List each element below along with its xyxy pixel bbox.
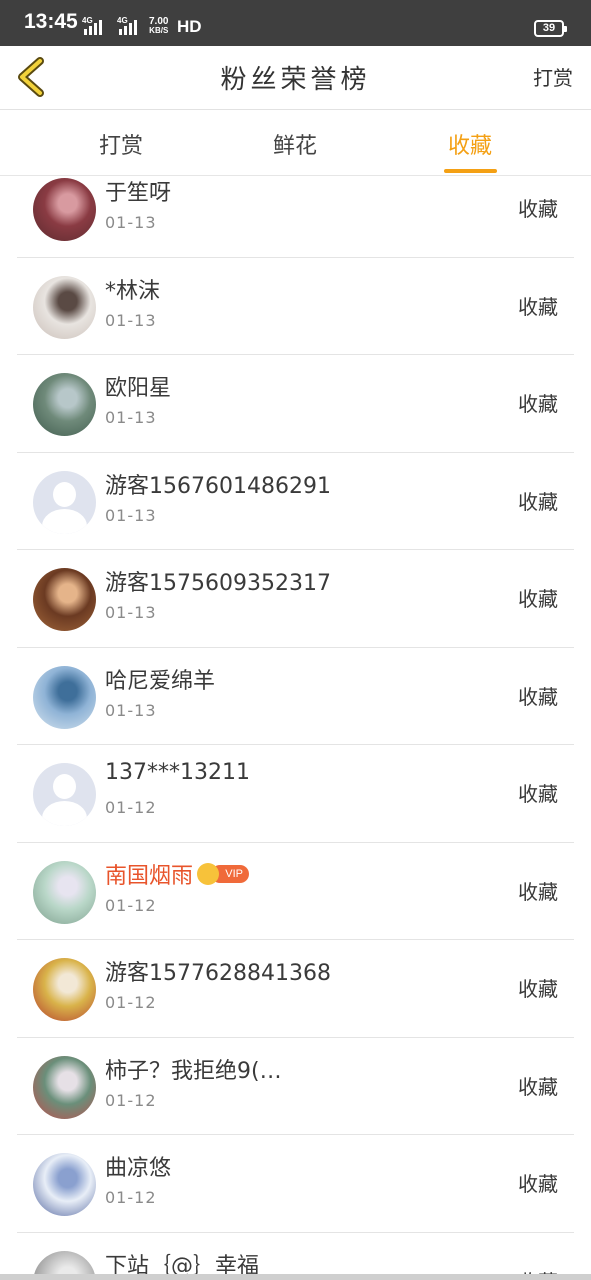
- list-item[interactable]: 游客1575609352317 01-13 收藏: [17, 550, 574, 648]
- list-item[interactable]: 游客1567601486291 01-13 收藏: [17, 453, 574, 550]
- user-name: 于笙呀: [105, 177, 171, 207]
- status-time: 13:45: [24, 10, 78, 33]
- list-item[interactable]: 下站｛@｝幸福01-12收藏: [17, 1233, 574, 1280]
- list-item[interactable]: *林沫 01-13 收藏: [17, 258, 574, 355]
- crown-icon: [197, 862, 220, 885]
- user-name: 欧阳星: [105, 370, 171, 402]
- bottom-bar: [0, 1274, 591, 1280]
- network-speed-value: 7.00: [149, 16, 169, 27]
- list-item[interactable]: 柿子？我拒绝9(… 01-12 收藏: [17, 1038, 574, 1135]
- user-name-text: 曲凉悠: [105, 1156, 172, 1181]
- user-name-text: 游客1567601486291: [105, 473, 331, 499]
- avatar[interactable]: [33, 178, 96, 241]
- user-name-text: 欧阳星: [105, 376, 172, 401]
- avatar[interactable]: [33, 1153, 96, 1216]
- list-item[interactable]: 于笙呀 01-13 收藏: [17, 177, 574, 258]
- list-item[interactable]: 137***13211 01-12 收藏: [17, 745, 574, 843]
- user-name-text: 哈尼爱绵羊: [105, 668, 216, 694]
- tab-flowers[interactable]: 鲜花: [240, 128, 350, 160]
- avatar[interactable]: [33, 860, 96, 924]
- user-name-text: 南国烟雨: [105, 863, 194, 889]
- user-name-text: 137***13211: [105, 760, 250, 785]
- user-name-text: 游客1577628841368: [105, 961, 331, 986]
- user-name: 柿子？我拒绝9(…: [105, 1053, 282, 1085]
- fan-list-content: 于笙呀 01-13 收藏 *林沫 01-13 收藏 欧阳星 01-13 收藏 游客15676014…: [0, 177, 591, 1280]
- active-tab-indicator: [444, 169, 497, 173]
- avatar[interactable]: [33, 1055, 96, 1119]
- avatar[interactable]: [33, 763, 96, 826]
- favorite-date: 01-13: [105, 603, 157, 622]
- user-name: 游客1577628841368: [105, 955, 331, 987]
- network-speed-unit: KB/S: [149, 26, 169, 35]
- favorite-date: 01-12: [105, 1188, 157, 1207]
- avatar[interactable]: [33, 373, 96, 436]
- list-item[interactable]: 哈尼爱绵羊 01-13 收藏: [17, 648, 574, 745]
- vip-badge: VIP: [197, 862, 250, 885]
- action-label: 收藏: [518, 782, 558, 806]
- favorite-date: 01-12: [105, 798, 157, 817]
- favorite-date: 01-12: [105, 895, 157, 915]
- action-label: 收藏: [518, 1074, 558, 1099]
- user-name-text: *林沫: [105, 278, 161, 304]
- user-name: 曲凉悠: [105, 1150, 171, 1182]
- list-item[interactable]: 曲凉悠 01-12 收藏: [17, 1135, 574, 1233]
- tab-reward[interactable]: 打赏: [66, 128, 176, 160]
- fan-list[interactable]: 于笙呀 01-13 收藏 *林沫 01-13 收藏 欧阳星 01-13 收藏 游客15676014…: [0, 177, 591, 1280]
- tab-favorites[interactable]: 收藏: [415, 128, 525, 160]
- action-label: 收藏: [518, 684, 558, 709]
- favorite-date: 01-13: [105, 213, 157, 232]
- battery-level: 39: [542, 22, 556, 34]
- avatar[interactable]: [33, 275, 96, 339]
- action-label: 收藏: [518, 1172, 558, 1196]
- list-item[interactable]: 欧阳星 01-13 收藏: [17, 355, 574, 453]
- favorite-date: 01-13: [105, 408, 157, 427]
- user-name-text: 游客1575609352317: [105, 571, 331, 596]
- action-label: 收藏: [518, 392, 558, 416]
- user-name: 137***13211: [105, 760, 250, 785]
- user-name: 游客1575609352317: [105, 565, 331, 597]
- user-name: 南国烟雨 VIP: [105, 858, 250, 890]
- nav-bar: 粉丝荣誉榜 打赏: [0, 46, 591, 110]
- action-label: 收藏: [518, 489, 558, 514]
- user-name-text: 于笙呀: [105, 181, 172, 206]
- avatar[interactable]: [33, 665, 96, 729]
- reward-button[interactable]: 打赏: [533, 62, 573, 91]
- list-item[interactable]: 游客1577628841368 01-12 收藏: [17, 940, 574, 1038]
- action-label: 收藏: [518, 977, 558, 1001]
- favorite-date: 01-13: [105, 310, 157, 330]
- avatar[interactable]: [33, 470, 96, 534]
- avatar[interactable]: [33, 958, 96, 1021]
- user-name: *林沫: [105, 273, 160, 305]
- hd-indicator: HD: [177, 17, 202, 36]
- network-speed: 7.00 KB/S: [149, 16, 169, 36]
- favorite-date: 01-13: [105, 700, 157, 720]
- avatar[interactable]: [33, 568, 96, 631]
- action-label: 收藏: [518, 197, 558, 221]
- action-label: 收藏: [518, 879, 558, 904]
- page-title: 粉丝荣誉榜: [220, 65, 371, 95]
- favorite-date: 01-13: [105, 505, 157, 525]
- favorite-date: 01-12: [105, 993, 157, 1012]
- user-name: 游客1567601486291: [105, 468, 331, 500]
- user-name: 哈尼爱绵羊: [105, 663, 215, 695]
- action-label: 收藏: [518, 294, 558, 319]
- battery-icon: 39: [534, 20, 567, 37]
- user-name-text: 柿子？我拒绝9(…: [105, 1058, 282, 1084]
- status-bar: 13:45 4G 4G 7.00 KB/S HD 39: [0, 0, 591, 46]
- tab-bar: 打赏 鲜花 收藏: [0, 111, 591, 176]
- list-item[interactable]: 南国烟雨 VIP 01-12 收藏: [17, 843, 574, 940]
- favorite-date: 01-12: [105, 1090, 157, 1110]
- action-label: 收藏: [518, 587, 558, 611]
